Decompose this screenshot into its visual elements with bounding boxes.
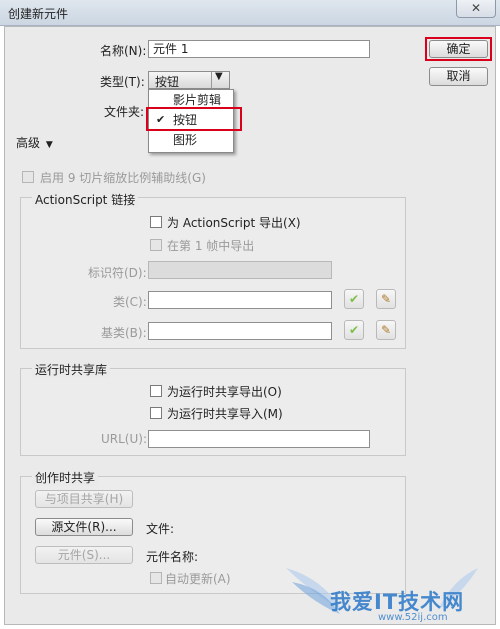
window-title: 创建新元件 <box>8 7 69 21</box>
pencil-icon[interactable]: ✎ <box>376 320 396 340</box>
pencil-icon[interactable]: ✎ <box>376 289 396 309</box>
source-file-button[interactable]: 源文件(R)... <box>35 518 133 536</box>
runtime-shared-heading: 运行时共享库 <box>32 361 111 378</box>
base-class-label: 基类(B): <box>101 326 147 340</box>
url-label: URL(U): <box>101 432 147 446</box>
ok-button[interactable]: 确定 <box>429 40 488 58</box>
name-input[interactable]: 元件 1 <box>148 40 370 58</box>
type-select[interactable]: 按钮 ▼ <box>148 71 230 89</box>
advanced-label: 高级 <box>16 136 41 150</box>
triangle-down-icon: ▼ <box>45 140 53 150</box>
export-runtime-checkbox[interactable] <box>150 385 162 397</box>
chevron-down-icon: ▼ <box>215 71 223 82</box>
watermark: 我爱IT技术网 www.52ij.com <box>282 548 496 626</box>
import-runtime-checkbox[interactable] <box>150 407 162 419</box>
name-label: 名称(N): <box>100 44 147 58</box>
file-label: 文件: <box>146 522 175 536</box>
export-runtime-label: 为运行时共享导出(O) <box>167 385 282 399</box>
type-select-value: 按钮 <box>155 75 180 89</box>
base-class-input[interactable] <box>148 322 332 340</box>
title-bar: 创建新元件 ✕ <box>0 0 500 26</box>
export-as-label: 为 ActionScript 导出(X) <box>167 216 301 230</box>
watermark-url: www.52ij.com <box>378 612 448 623</box>
export-first-frame-checkbox[interactable] <box>150 239 162 251</box>
identifier-input[interactable] <box>148 261 332 279</box>
type-label: 类型(T): <box>100 75 145 89</box>
symbol-name-label: 元件名称: <box>146 550 199 564</box>
share-with-project-button[interactable]: 与项目共享(H) <box>35 490 133 508</box>
class-input[interactable] <box>148 291 332 309</box>
import-runtime-label: 为运行时共享导入(M) <box>167 407 283 421</box>
cancel-button[interactable]: 取消 <box>429 67 488 86</box>
export-as-checkbox[interactable] <box>150 216 162 228</box>
check-icon[interactable]: ✔ <box>344 320 364 340</box>
authoring-shared-heading: 创作时共享 <box>32 469 99 486</box>
close-icon: ✕ <box>470 1 482 15</box>
button-item-highlight <box>146 107 242 131</box>
menu-item-graphic[interactable]: 图形 <box>149 130 233 150</box>
auto-update-label: 自动更新(A) <box>165 572 231 586</box>
check-icon[interactable]: ✔ <box>344 289 364 309</box>
identifier-label: 标识符(D): <box>88 266 147 280</box>
select-divider <box>211 72 212 88</box>
scale9-checkbox[interactable] <box>22 171 34 183</box>
symbol-button[interactable]: 元件(S)... <box>35 546 133 564</box>
export-first-frame-label: 在第 1 帧中导出 <box>167 239 255 253</box>
class-label: 类(C): <box>113 295 147 309</box>
actionscript-heading: ActionScript 链接 <box>32 191 139 208</box>
folder-label: 文件夹: <box>104 105 145 119</box>
url-input[interactable] <box>148 430 370 448</box>
advanced-toggle[interactable]: 高级 ▼ <box>16 134 53 151</box>
close-button[interactable]: ✕ <box>456 0 496 18</box>
auto-update-checkbox[interactable] <box>150 572 162 584</box>
menu-item-label: 图形 <box>173 133 198 147</box>
scale9-label: 启用 9 切片缩放比例辅助线(G) <box>40 171 206 185</box>
menu-item-label: 影片剪辑 <box>173 93 222 107</box>
